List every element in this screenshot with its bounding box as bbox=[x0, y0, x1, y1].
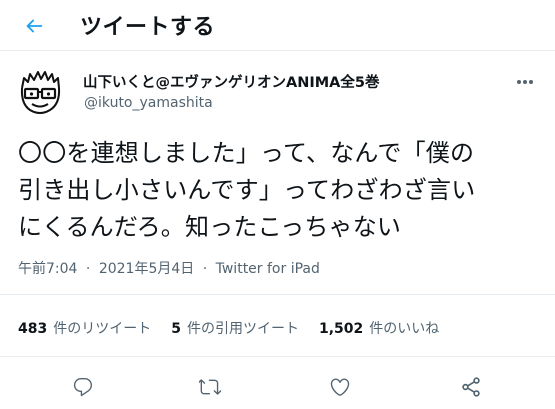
tweet-actions bbox=[0, 366, 555, 406]
likes-count: 1,502 bbox=[318, 321, 364, 337]
like-button[interactable] bbox=[325, 372, 355, 402]
reply-icon bbox=[73, 378, 93, 397]
page-title: ツイートする bbox=[80, 15, 216, 40]
back-button[interactable] bbox=[20, 12, 48, 40]
meta-divider bbox=[0, 294, 555, 295]
reply-button[interactable] bbox=[68, 372, 98, 402]
tweet-time[interactable]: 午前7:04 bbox=[18, 261, 77, 277]
tweet-client[interactable]: Twitter for iPad bbox=[216, 261, 320, 277]
tweet-date[interactable]: 2021年5月4日 bbox=[99, 261, 194, 277]
more-button[interactable] bbox=[512, 72, 538, 92]
retweet-button[interactable] bbox=[195, 372, 225, 402]
arrow-left-icon bbox=[26, 19, 43, 33]
quotes-label: 件の引用ツイート bbox=[186, 321, 299, 337]
tweet-stats: 483 件のリツイート 5 件の引用ツイート 1,502 件のいいね bbox=[18, 318, 439, 338]
display-name[interactable]: 山下いくと@エヴァンゲリオンANIMA全5巻 bbox=[83, 71, 380, 92]
share-button[interactable] bbox=[456, 372, 486, 402]
heart-icon bbox=[330, 378, 350, 396]
quotes-count: 5 bbox=[171, 321, 181, 337]
likes-label: 件のいいね bbox=[369, 321, 440, 337]
tweet-text: 〇〇を連想しました」って、なんで「僕の 引き出し小さいんです」ってわざわざ言い … bbox=[18, 139, 476, 241]
retweets-count: 483 bbox=[18, 321, 48, 337]
likes-stat[interactable]: 1,502 件のいいね bbox=[319, 318, 439, 338]
quotes-stat[interactable]: 5 件の引用ツイート bbox=[171, 318, 299, 338]
share-icon bbox=[462, 377, 480, 397]
stats-divider bbox=[0, 356, 555, 357]
tweet-meta: 午前7:04 · 2021年5月4日 · Twitter for iPad bbox=[18, 258, 320, 278]
username[interactable]: @ikuto_yamashita bbox=[84, 95, 213, 111]
header-divider bbox=[0, 50, 555, 51]
meta-separator: · bbox=[85, 261, 91, 277]
avatar[interactable] bbox=[14, 66, 66, 118]
meta-separator: · bbox=[202, 261, 208, 277]
more-vertical-icon bbox=[517, 80, 533, 84]
retweets-stat[interactable]: 483 件のリツイート bbox=[18, 318, 151, 338]
retweets-label: 件のリツイート bbox=[53, 321, 152, 337]
retweet-icon bbox=[199, 379, 221, 395]
avatar-caricature-icon bbox=[20, 71, 61, 114]
top-bar: ツイートする bbox=[0, 0, 555, 50]
